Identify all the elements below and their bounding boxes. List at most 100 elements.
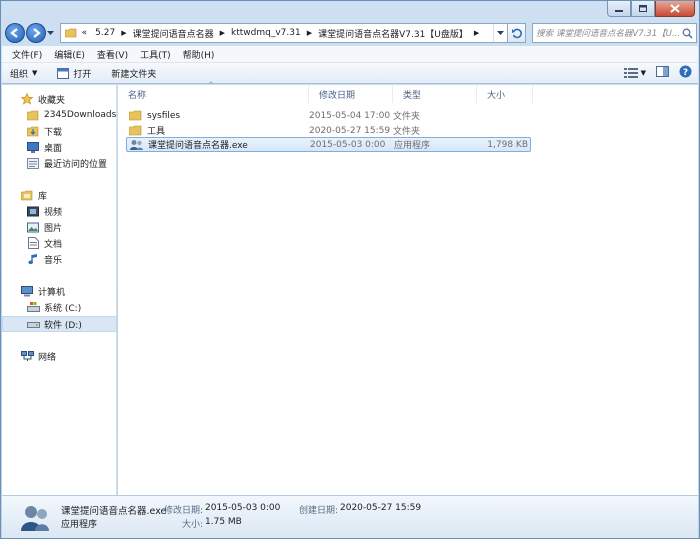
nav-item-label: 最近访问的位置 (44, 159, 108, 170)
breadcrumb-item[interactable]: 课堂提问语音点名器V7.31【U盘版】 (314, 27, 472, 40)
file-name-cell: 课堂提问语音点名器.exe (127, 138, 310, 151)
file-type: 文件夹 (393, 112, 421, 122)
search-placeholder: 搜索 课堂提问语音点名器V7.31【U... (536, 29, 680, 39)
file-row-sysfiles[interactable]: sysfiles 2015-05-04 17:00 文件夹 (126, 108, 529, 123)
nav-computer[interactable]: 计算机 (2, 283, 117, 299)
nav-item-drive-c[interactable]: 系统 (C:) (2, 299, 117, 315)
nav-item-music[interactable]: 音乐 (2, 251, 117, 267)
back-arrow-icon (10, 28, 18, 38)
minimize-button[interactable] (607, 1, 631, 17)
file-date: 2015-05-03 0:00 (310, 139, 386, 150)
breadcrumb-item[interactable]: kttwdmq_v7.31 (227, 28, 305, 38)
menu-bar: 文件(F) 编辑(E) 查看(V) 工具(T) 帮助(H) (2, 46, 698, 63)
open-button[interactable]: 打开 (57, 67, 91, 80)
breadcrumb-item[interactable]: 5.27 (91, 28, 119, 38)
column-type[interactable]: 类型 (393, 85, 477, 103)
folder-icon (64, 28, 78, 38)
nav-item-label: 桌面 (44, 143, 63, 154)
preview-pane-icon (656, 66, 669, 77)
view-controls: ▼ ? (623, 65, 698, 81)
nav-item-documents[interactable]: 文档 (2, 235, 117, 251)
close-button[interactable] (655, 1, 695, 17)
nav-computer-label: 计算机 (38, 287, 66, 298)
star-icon (20, 93, 34, 106)
nav-item-pictures[interactable]: 图片 (2, 219, 117, 235)
drive-icon (26, 318, 40, 331)
file-name: 工具 (147, 127, 166, 137)
details-modified-value: 2015-05-03 0:00 (205, 503, 281, 513)
nav-item-drive-d[interactable]: 软件 (D:) (2, 316, 117, 332)
maximize-button[interactable] (631, 1, 655, 17)
column-date-modified[interactable]: 修改日期 (309, 85, 393, 103)
nav-item-downloads[interactable]: 下载 (2, 123, 117, 139)
help-button[interactable]: ? (679, 65, 692, 81)
menu-file[interactable]: 文件(F) (6, 48, 48, 61)
file-list: 名称 ^ 修改日期 类型 大小 sysfiles 2015-05-04 17:0… (118, 81, 698, 495)
column-size-label: 大小 (487, 90, 506, 101)
view-details-icon (623, 68, 638, 78)
address-bar[interactable]: « 5.27 ▶ 课堂提问语音点名器 ▶ kttwdmq_v7.31 ▶ 课堂提… (59, 23, 509, 43)
forward-button[interactable] (25, 23, 46, 43)
nav-libraries[interactable]: 库 (2, 187, 117, 203)
file-date: 2015-05-04 17:00 (309, 110, 391, 121)
breadcrumb-separator-icon[interactable]: ▶ (305, 29, 314, 37)
application-icon (20, 503, 50, 533)
command-bar: 组织 ▼ 打开 新建文件夹 ▼ ? (2, 63, 698, 84)
network-icon (20, 350, 34, 363)
picture-icon (26, 221, 40, 234)
chevron-down-icon: ▼ (640, 69, 646, 77)
details-size-label: 大小: (182, 520, 204, 530)
menu-edit[interactable]: 编辑(E) (48, 48, 91, 61)
nav-item-label: 下载 (44, 127, 63, 138)
organize-label: 组织 (10, 69, 29, 80)
system-drive-icon (26, 301, 40, 314)
recent-pages-dropdown[interactable] (46, 23, 56, 43)
nav-libraries-label: 库 (38, 191, 48, 202)
nav-item-label: 系统 (C:) (44, 303, 82, 314)
new-folder-label: 新建文件夹 (111, 69, 157, 80)
recent-places-icon (26, 157, 40, 170)
search-input[interactable]: 搜索 课堂提问语音点名器V7.31【U... (532, 23, 697, 43)
file-row-exe[interactable]: 课堂提问语音点名器.exe 2015-05-03 0:00 应用程序 1,798… (126, 137, 531, 152)
menu-view[interactable]: 查看(V) (91, 48, 134, 61)
file-size: 1,798 KB (487, 139, 528, 150)
downloads-folder-icon (26, 125, 40, 138)
sort-ascending-icon: ^ (208, 81, 214, 89)
nav-network[interactable]: 网络 (2, 348, 117, 364)
desktop-icon (26, 141, 40, 154)
help-icon: ? (679, 65, 692, 78)
nav-network-label: 网络 (38, 352, 57, 363)
chevron-down-icon (497, 30, 505, 35)
breadcrumb-separator-icon[interactable]: ▶ (119, 29, 128, 37)
document-icon (26, 237, 40, 250)
music-note-icon (26, 253, 40, 266)
file-name: sysfiles (147, 110, 181, 121)
column-name[interactable]: 名称 ^ (118, 81, 309, 103)
breadcrumb-item[interactable]: 课堂提问语音点名器 (129, 27, 218, 40)
breadcrumb-separator-icon[interactable]: ▶ (472, 29, 481, 37)
file-row-tools[interactable]: 工具 2020-05-27 15:59 文件夹 (126, 123, 529, 138)
back-button[interactable] (5, 23, 25, 43)
nav-item-2345downloads[interactable]: 2345Downloads (2, 107, 117, 123)
close-icon (670, 4, 680, 13)
nav-item-label: 图片 (44, 223, 63, 234)
new-folder-button[interactable]: 新建文件夹 (111, 67, 156, 80)
breadcrumb-overflow[interactable]: « (78, 28, 92, 38)
preview-pane-button[interactable] (656, 66, 669, 80)
refresh-button[interactable] (508, 23, 527, 43)
nav-item-videos[interactable]: 视频 (2, 203, 117, 219)
minimize-icon (615, 9, 623, 12)
view-options-button[interactable]: ▼ (623, 68, 646, 78)
search-icon[interactable] (680, 28, 696, 39)
chevron-down-icon (47, 30, 55, 35)
organize-button[interactable]: 组织 ▼ (10, 67, 37, 80)
nav-favorites[interactable]: 收藏夹 (2, 91, 117, 107)
menu-help[interactable]: 帮助(H) (177, 48, 221, 61)
address-history-dropdown[interactable] (493, 24, 507, 42)
breadcrumb-separator-icon[interactable]: ▶ (218, 29, 227, 37)
column-size[interactable]: 大小 (477, 85, 533, 103)
nav-item-recent-places[interactable]: 最近访问的位置 (2, 155, 117, 171)
nav-item-desktop[interactable]: 桌面 (2, 139, 117, 155)
menu-tools[interactable]: 工具(T) (134, 48, 177, 61)
window-controls (607, 1, 695, 17)
